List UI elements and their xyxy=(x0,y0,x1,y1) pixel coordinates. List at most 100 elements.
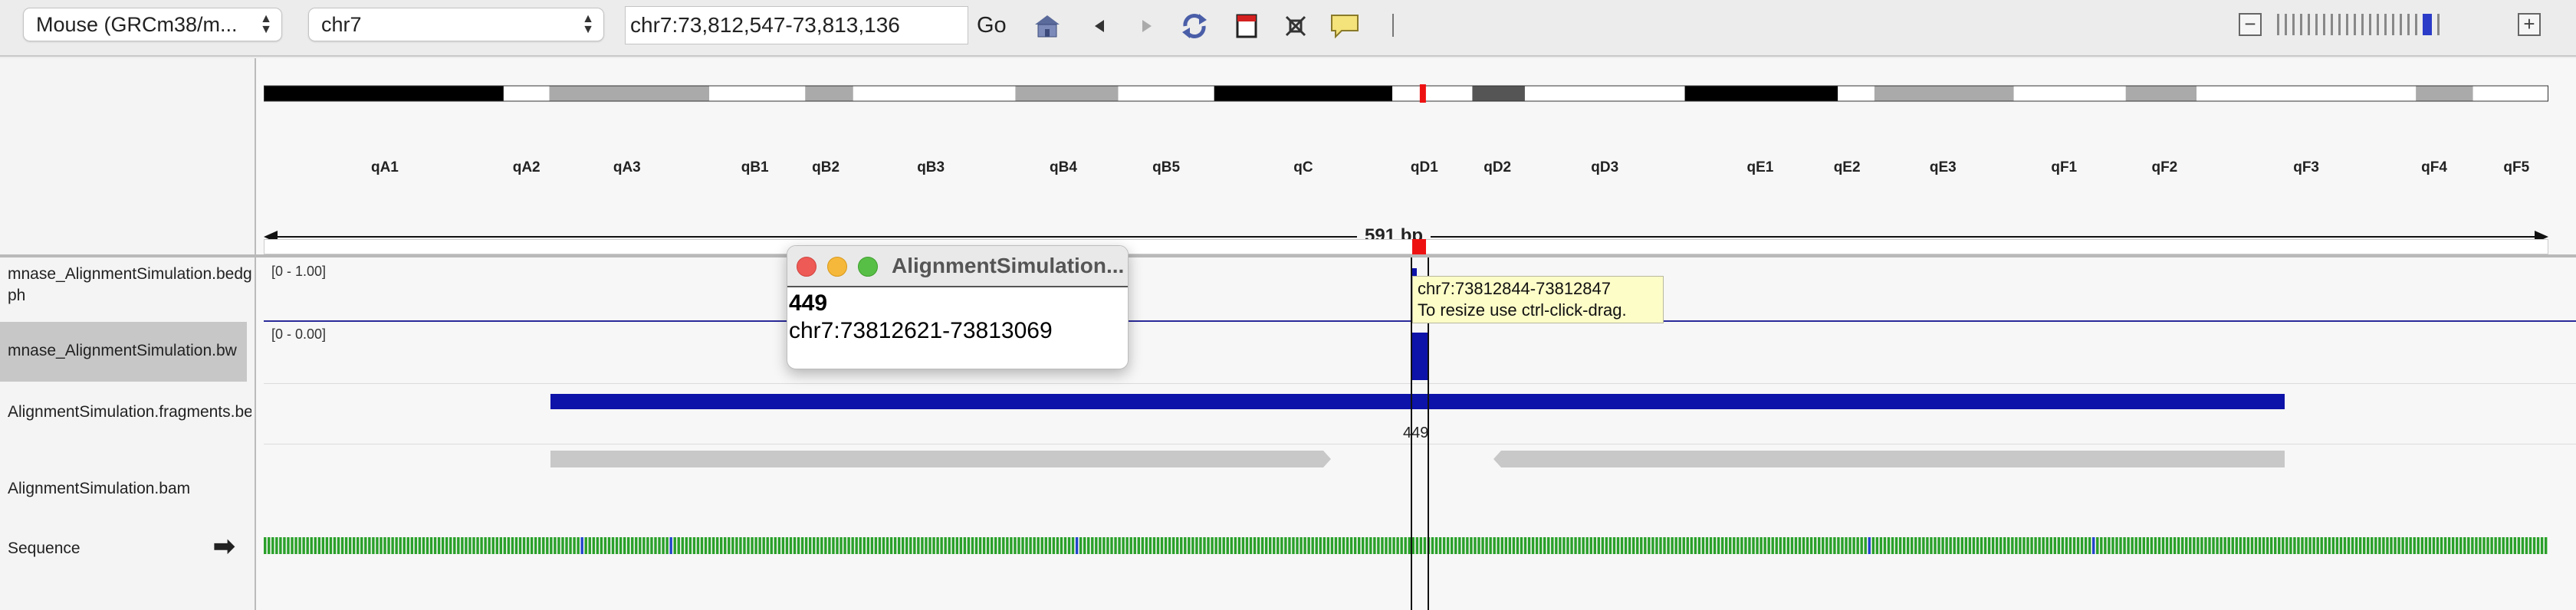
sequence-base xyxy=(1644,537,1647,554)
sequence-base xyxy=(781,537,785,554)
zoom-tick[interactable] xyxy=(2285,14,2287,35)
zoom-tick[interactable] xyxy=(2377,14,2379,35)
zoom-tick[interactable] xyxy=(2369,14,2371,35)
sequence-base xyxy=(1937,537,1940,554)
zoom-tick[interactable] xyxy=(2292,14,2295,35)
close-window-button[interactable] xyxy=(797,257,816,277)
bigwig-bar[interactable] xyxy=(1412,333,1429,380)
track-name-bedgraph[interactable]: mnase_AlignmentSimulation.bedg ph xyxy=(8,264,251,307)
sequence-base xyxy=(1987,537,1991,554)
zoom-tick[interactable] xyxy=(2308,14,2310,35)
sequence-base xyxy=(2409,537,2412,554)
sequence-base xyxy=(913,537,916,554)
ruler[interactable]: 73,812,600 bp73,812,700 bp73,812,800 bp7… xyxy=(264,58,2548,296)
zoom-tick[interactable] xyxy=(2361,14,2364,35)
sequence-base xyxy=(626,537,630,554)
zoom-tick[interactable] xyxy=(2323,14,2325,35)
sequence-base xyxy=(719,537,723,554)
track-name-bw-selected[interactable]: mnase_AlignmentSimulation.bw xyxy=(0,322,247,382)
header-panel[interactable]: qA1 qA2 qA3 qB1 qB2 qB3 qB4 qB5 qC qD1 qD2 qD3 qE1 qE… xyxy=(256,58,2576,296)
sequence-base xyxy=(264,537,267,554)
feature-popup[interactable]: AlignmentSimulation... 449 chr7:73812621… xyxy=(787,245,1129,369)
zoom-tick[interactable] xyxy=(2300,14,2302,35)
sequence-base xyxy=(275,537,278,554)
zoom-slider[interactable] xyxy=(2277,14,2440,35)
sequence-base xyxy=(615,537,619,554)
region-of-interest-bar[interactable] xyxy=(264,239,2548,254)
sequence-base xyxy=(1822,537,1825,554)
zoom-in-button[interactable]: + xyxy=(2518,13,2541,36)
zoom-tick[interactable] xyxy=(2384,14,2387,35)
zoom-tick[interactable] xyxy=(2277,14,2279,35)
sequence-base xyxy=(1631,537,1635,554)
sequence-base xyxy=(2305,537,2308,554)
fragment-feature[interactable] xyxy=(550,394,2285,409)
minimize-window-button[interactable] xyxy=(827,257,847,277)
sequence-base xyxy=(573,537,576,554)
go-button[interactable]: Go xyxy=(977,6,1007,44)
sequence-base xyxy=(329,537,333,554)
sequence-base xyxy=(507,537,511,554)
sequence-base xyxy=(2463,537,2466,554)
zoom-tick[interactable] xyxy=(2400,14,2402,35)
sequence-base xyxy=(2246,537,2250,554)
sequence-base xyxy=(542,537,545,554)
zoom-window-button[interactable] xyxy=(858,257,878,277)
sequence-base xyxy=(1184,537,1187,554)
genome-select[interactable]: Mouse (GRCm38/m... ▲ ▼ xyxy=(23,8,282,41)
sequence-base xyxy=(1056,537,1060,554)
region-of-interest-icon[interactable] xyxy=(1231,11,1262,41)
sequence-base xyxy=(1211,537,1214,554)
sequence-base xyxy=(1671,537,1674,554)
sequence-base xyxy=(1218,537,1221,554)
zoom-tick[interactable] xyxy=(2346,14,2348,35)
track-name-bam[interactable]: AlignmentSimulation.bam xyxy=(8,478,251,500)
locus-input[interactable]: chr7:73,812,547-73,813,136 xyxy=(625,6,968,44)
zoom-tick[interactable] xyxy=(2331,14,2333,35)
sequence-base xyxy=(2451,537,2455,554)
back-icon[interactable] xyxy=(1084,11,1115,41)
strand-arrow-icon[interactable]: ➡ xyxy=(213,533,235,559)
zoom-tick[interactable] xyxy=(2415,14,2417,35)
sequence-base xyxy=(959,537,963,554)
chromosome-select[interactable]: chr7 ▲ ▼ xyxy=(308,8,604,41)
zoom-tick[interactable] xyxy=(2407,14,2410,35)
popup-info-icon[interactable] xyxy=(1329,11,1360,41)
sequence-base xyxy=(2397,537,2400,554)
sequence-base xyxy=(1818,537,1821,554)
fit-window-icon[interactable] xyxy=(1280,11,1311,41)
sequence-base xyxy=(1535,537,1539,554)
region-of-interest-marker[interactable] xyxy=(1412,239,1426,254)
sequence-base xyxy=(1991,537,1995,554)
sequence-base xyxy=(1926,537,1929,554)
zoom-tick[interactable] xyxy=(2437,14,2440,35)
bam-reads[interactable] xyxy=(550,449,2286,469)
sequence-base xyxy=(1833,537,1836,554)
sequence-base xyxy=(715,537,719,554)
sequence-base xyxy=(1118,537,1121,554)
forward-icon[interactable] xyxy=(1132,11,1162,41)
zoom-tick[interactable] xyxy=(2354,14,2356,35)
zoom-tick[interactable] xyxy=(2423,14,2432,35)
sequence-base xyxy=(2347,537,2351,554)
sequence-base xyxy=(1953,537,1956,554)
sequence-base xyxy=(2428,537,2432,554)
sequence-base xyxy=(731,537,734,554)
sequence-base xyxy=(453,537,456,554)
sequence-base xyxy=(1288,537,1291,554)
home-icon[interactable] xyxy=(1032,11,1063,41)
zoom-out-button[interactable]: − xyxy=(2239,13,2262,36)
track-name-fragments[interactable]: AlignmentSimulation.fragments.be xyxy=(8,402,251,423)
sequence-base xyxy=(1292,537,1295,554)
zoom-tick[interactable] xyxy=(2392,14,2394,35)
sequence-base xyxy=(1002,537,1005,554)
sequence-base xyxy=(1214,537,1217,554)
refresh-icon[interactable] xyxy=(1179,11,1210,41)
sequence-base xyxy=(565,537,568,554)
zoom-tick[interactable] xyxy=(2338,14,2341,35)
popup-titlebar[interactable]: AlignmentSimulation... xyxy=(787,246,1128,287)
sequence-base xyxy=(2212,537,2215,554)
zoom-tick[interactable] xyxy=(2315,14,2318,35)
sequence-base xyxy=(1520,537,1523,554)
sequence-base xyxy=(631,537,634,554)
